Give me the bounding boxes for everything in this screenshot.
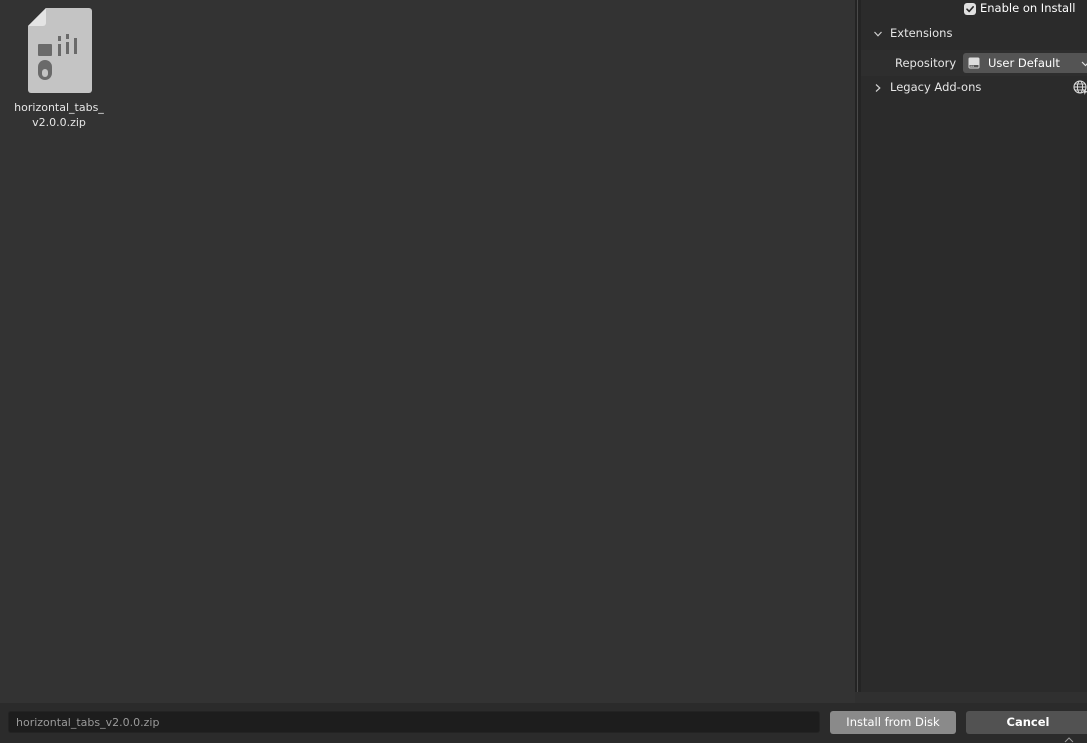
chevron-down-icon — [874, 31, 882, 37]
repository-dropdown[interactable]: User Default — [963, 53, 1087, 73]
legacy-addons-panel-header[interactable]: Legacy Add-ons — [861, 76, 1087, 100]
bottom-bar: Install from Disk Cancel — [0, 703, 1087, 743]
chevron-up-icon[interactable] — [1064, 737, 1074, 743]
extensions-panel-header[interactable]: Extensions — [861, 22, 1087, 46]
repository-value: User Default — [988, 56, 1060, 70]
enable-on-install-checkbox[interactable] — [964, 3, 976, 15]
chevron-right-icon — [875, 84, 881, 92]
legacy-addons-panel-title: Legacy Add-ons — [890, 80, 982, 94]
install-from-disk-button[interactable]: Install from Disk — [830, 711, 956, 734]
zip-file-icon — [28, 8, 92, 93]
repository-row: Repository User Default — [861, 50, 1087, 76]
file-item[interactable]: horizontal_tabs_ v2.0.0.zip — [10, 6, 108, 136]
checkmark-icon — [966, 6, 974, 13]
repository-label: Repository — [895, 56, 957, 70]
disk-drive-icon — [968, 57, 980, 69]
filename-input[interactable] — [8, 711, 820, 733]
extensions-panel-title: Extensions — [890, 26, 953, 40]
globe-icon[interactable] — [1073, 79, 1087, 95]
file-list-area[interactable]: horizontal_tabs_ v2.0.0.zip — [0, 0, 855, 703]
options-sidebar: Enable on Install Extensions Repository … — [861, 0, 1087, 692]
file-browser-window: horizontal_tabs_ v2.0.0.zip Enable on In… — [0, 0, 1087, 743]
chevron-down-icon — [1081, 61, 1087, 67]
enable-on-install-row[interactable]: Enable on Install — [861, 0, 1087, 21]
enable-on-install-label: Enable on Install — [980, 1, 1076, 15]
file-name: horizontal_tabs_ v2.0.0.zip — [14, 101, 104, 129]
splitter-line — [857, 0, 858, 692]
cancel-button[interactable]: Cancel — [966, 711, 1087, 734]
